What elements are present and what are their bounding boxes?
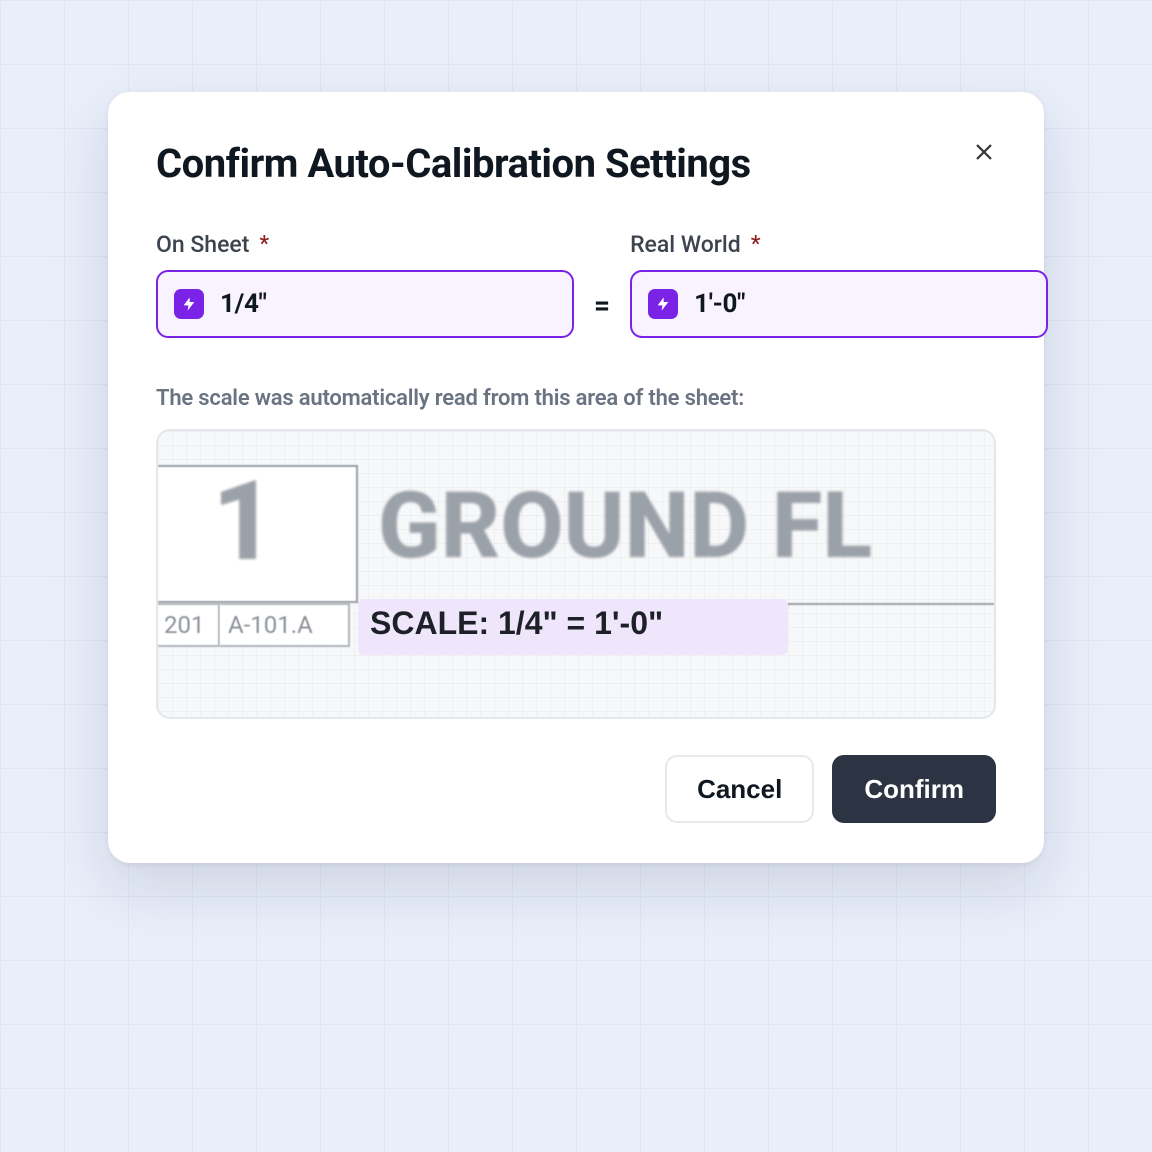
dialog-actions: Cancel Confirm — [156, 755, 996, 823]
detected-scale-text: SCALE: 1/4" = 1'-0" — [370, 605, 663, 642]
close-icon — [972, 140, 996, 164]
confirm-button[interactable]: Confirm — [832, 755, 996, 823]
sheet-big-number: 1 — [212, 467, 273, 577]
sheet-preview-inner: 1 GROUND FL 201 A-101.A SCALE: 1/4" = 1'… — [158, 431, 994, 717]
real-world-label: Real World * — [630, 231, 1048, 258]
dialog-title: Confirm Auto-Calibration Settings — [156, 140, 751, 187]
preview-caption: The scale was automatically read from th… — [156, 386, 996, 411]
real-world-input-wrap[interactable] — [630, 270, 1048, 338]
on-sheet-input-wrap[interactable] — [156, 270, 574, 338]
sheet-preview: 1 GROUND FL 201 A-101.A SCALE: 1/4" = 1'… — [156, 429, 996, 719]
on-sheet-label: On Sheet * — [156, 231, 574, 258]
titleblock-cell-1: 201 — [158, 603, 220, 647]
cancel-button[interactable]: Cancel — [665, 755, 814, 823]
dialog-header: Confirm Auto-Calibration Settings — [156, 140, 996, 187]
real-world-label-text: Real World — [630, 231, 741, 258]
required-asterisk: * — [751, 234, 761, 256]
titleblock-cells: 201 A-101.A — [158, 603, 350, 647]
bolt-icon — [648, 289, 678, 319]
sheet-big-title: GROUND FL — [378, 473, 872, 580]
required-asterisk: * — [259, 234, 269, 256]
auto-calibration-dialog: Confirm Auto-Calibration Settings On She… — [108, 92, 1044, 863]
titleblock-cell-2: A-101.A — [220, 603, 350, 647]
real-world-input[interactable] — [692, 288, 1030, 320]
real-world-field: Real World * — [630, 231, 1048, 338]
close-button[interactable] — [966, 134, 1002, 170]
on-sheet-label-text: On Sheet — [156, 231, 249, 258]
equals-sign: = — [592, 289, 612, 338]
on-sheet-input[interactable] — [218, 288, 556, 320]
scale-fields-row: On Sheet * = Real World * — [156, 231, 996, 338]
on-sheet-field: On Sheet * — [156, 231, 574, 338]
bolt-icon — [174, 289, 204, 319]
